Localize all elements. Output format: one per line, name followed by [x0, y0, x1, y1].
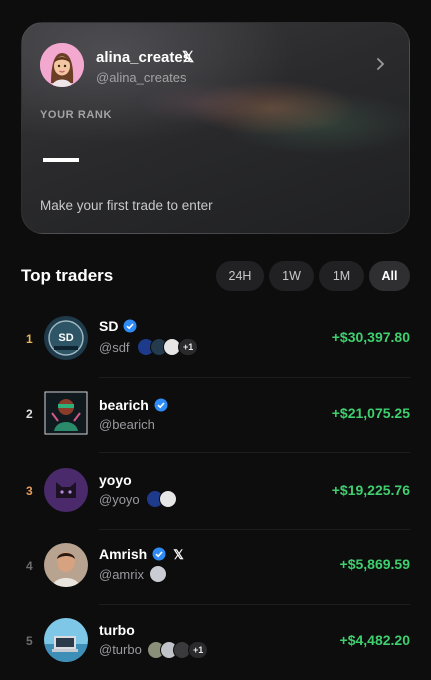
- profile-handle: @alina_creates: [96, 70, 187, 85]
- trader-handle: @yoyo: [99, 492, 140, 507]
- trader-row[interactable]: 3 yoyo @yoyo +$19,225.76: [0, 450, 431, 530]
- more-badges-count: +1: [188, 641, 209, 659]
- chevron-right-icon[interactable]: [371, 55, 389, 73]
- time-filter-group: 24H 1W 1M All: [216, 261, 410, 291]
- trader-pnl: +$21,075.25: [331, 405, 410, 421]
- trader-avatar: [44, 618, 88, 662]
- trader-avatar: [44, 543, 88, 587]
- community-badges: +1: [147, 641, 209, 659]
- trader-pnl: +$4,482.20: [339, 632, 410, 648]
- svg-text:SD: SD: [58, 332, 73, 344]
- community-badge: [159, 490, 177, 508]
- trader-rank: 1: [26, 332, 33, 346]
- trader-handle: @turbo: [99, 642, 142, 657]
- trader-rank: 5: [26, 634, 33, 648]
- trader-handle: @sdf: [99, 340, 130, 355]
- community-badge: [149, 565, 167, 583]
- trader-row[interactable]: 5 turbo @turbo +1 +$4,482.20: [0, 600, 431, 680]
- trader-avatar: SD: [44, 316, 88, 360]
- trader-pnl: +$30,397.80: [331, 329, 410, 345]
- rank-value-placeholder: [43, 158, 79, 162]
- trader-avatar: [44, 391, 88, 435]
- trader-name: yoyo: [99, 472, 132, 488]
- community-badges: [149, 565, 167, 583]
- community-badges: +1: [137, 338, 199, 356]
- trader-name: SD: [99, 318, 137, 334]
- profile-username: alina_creates: [96, 49, 192, 66]
- trader-name: bearich: [99, 397, 168, 413]
- trader-rank: 4: [26, 559, 33, 573]
- filter-1w-button[interactable]: 1W: [269, 261, 314, 291]
- trader-row[interactable]: 4 Amrish 𝕏 @amrix +$5,869.59: [0, 525, 431, 605]
- more-badges-count: +1: [178, 338, 199, 356]
- verified-badge-icon: [123, 319, 137, 333]
- trader-avatar: [44, 468, 88, 512]
- filter-1m-button[interactable]: 1M: [319, 261, 364, 291]
- filter-all-button[interactable]: All: [369, 261, 410, 291]
- trader-rank: 2: [26, 407, 33, 421]
- verified-badge-icon: [154, 398, 168, 412]
- x-logo-icon: 𝕏: [182, 49, 195, 66]
- filter-24h-button[interactable]: 24H: [216, 261, 264, 291]
- profile-rank-card[interactable]: alina_creates 𝕏 @alina_creates YOUR RANK…: [21, 22, 410, 234]
- trader-name: Amrish 𝕏: [99, 546, 184, 562]
- trader-handle: @amrix: [99, 567, 144, 582]
- trader-row[interactable]: 1 SD SD @sdf +1 +$30,397.80: [0, 298, 431, 378]
- verified-badge-icon: [152, 547, 166, 561]
- top-traders-title: Top traders: [21, 266, 114, 285]
- profile-avatar: [40, 43, 84, 87]
- trader-rank: 3: [26, 484, 33, 498]
- trader-row[interactable]: 2 bearich @bearich +$21,075.25: [0, 373, 431, 453]
- your-rank-label: YOUR RANK: [40, 109, 113, 121]
- x-logo-icon: 𝕏: [173, 547, 184, 562]
- trader-pnl: +$5,869.59: [339, 556, 410, 572]
- community-badges: [146, 490, 177, 508]
- trader-name: turbo: [99, 622, 135, 638]
- trader-handle: @bearich: [99, 417, 155, 432]
- trader-pnl: +$19,225.76: [331, 482, 410, 498]
- first-trade-prompt: Make your first trade to enter: [40, 198, 213, 213]
